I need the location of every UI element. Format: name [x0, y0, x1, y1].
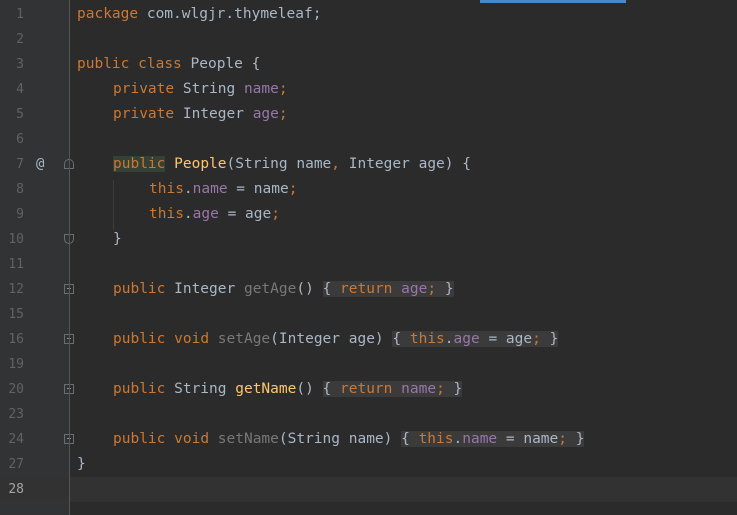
code-line[interactable]: 7 @ public People(String name, Integer a…: [0, 152, 737, 177]
code-editor[interactable]: 1 package com.wlgjr.thymeleaf; 2 3 publi…: [0, 0, 737, 515]
code-text: private Integer age;: [113, 106, 288, 122]
code-line[interactable]: 1 package com.wlgjr.thymeleaf;: [0, 2, 737, 27]
line-number: 20: [8, 382, 24, 397]
code-text: public void setName(String name) { this.…: [113, 431, 585, 447]
code-line[interactable]: 15: [0, 302, 737, 327]
line-number: 2: [16, 32, 24, 47]
code-line[interactable]: 27 }: [0, 452, 737, 477]
line-number: 24: [8, 432, 24, 447]
code-line[interactable]: 3 public class People {: [0, 52, 737, 77]
code-line[interactable]: 20 public String getName() { return name…: [0, 377, 737, 402]
code-text: public Integer getAge() { return age; }: [113, 281, 454, 297]
code-line[interactable]: 4 private String name;: [0, 77, 737, 102]
line-number: 11: [8, 257, 24, 272]
code-text: package com.wlgjr.thymeleaf;: [77, 6, 322, 22]
line-number: 23: [8, 407, 24, 422]
line-number: 16: [8, 332, 24, 347]
line-number: 28: [8, 482, 24, 497]
code-line[interactable]: 10 }: [0, 227, 737, 252]
line-number: 4: [16, 82, 24, 97]
line-number: 7: [16, 157, 24, 172]
code-text: }: [77, 456, 86, 472]
code-text: public String getName() { return name; }: [113, 381, 463, 397]
line-number: 5: [16, 107, 24, 122]
line-number: 6: [16, 132, 24, 147]
code-text: public class People {: [77, 56, 261, 72]
line-number: 10: [8, 232, 24, 247]
code-line[interactable]: 8 this.name = name;: [0, 177, 737, 202]
gutter-divider: [69, 0, 70, 515]
code-text: public People(String name, Integer age) …: [113, 156, 471, 172]
code-text: public void setAge(Integer age) { this.a…: [113, 331, 559, 347]
line-number: 19: [8, 357, 24, 372]
code-text: }: [113, 231, 122, 247]
code-line[interactable]: 16 public void setAge(Integer age) { thi…: [0, 327, 737, 352]
code-text: this.age = age;: [149, 206, 280, 222]
code-line[interactable]: 23: [0, 402, 737, 427]
code-line[interactable]: 6: [0, 127, 737, 152]
override-marker-icon[interactable]: @: [36, 152, 50, 177]
line-number: 1: [16, 7, 24, 22]
line-number: 27: [8, 457, 24, 472]
current-code-line[interactable]: 28: [0, 477, 737, 502]
code-text: this.name = name;: [149, 181, 298, 197]
line-number: 9: [16, 207, 24, 222]
line-number: 12: [8, 282, 24, 297]
line-number: 3: [16, 57, 24, 72]
line-number: 8: [16, 182, 24, 197]
code-line[interactable]: 2: [0, 27, 737, 52]
code-line[interactable]: 12 public Integer getAge() { return age;…: [0, 277, 737, 302]
code-line[interactable]: 19: [0, 352, 737, 377]
code-text: private String name;: [113, 81, 288, 97]
code-line[interactable]: 24 public void setName(String name) { th…: [0, 427, 737, 452]
line-number: 15: [8, 307, 24, 322]
code-line[interactable]: 5 private Integer age;: [0, 102, 737, 127]
code-line[interactable]: 9 this.age = age;: [0, 202, 737, 227]
code-line[interactable]: 11: [0, 252, 737, 277]
